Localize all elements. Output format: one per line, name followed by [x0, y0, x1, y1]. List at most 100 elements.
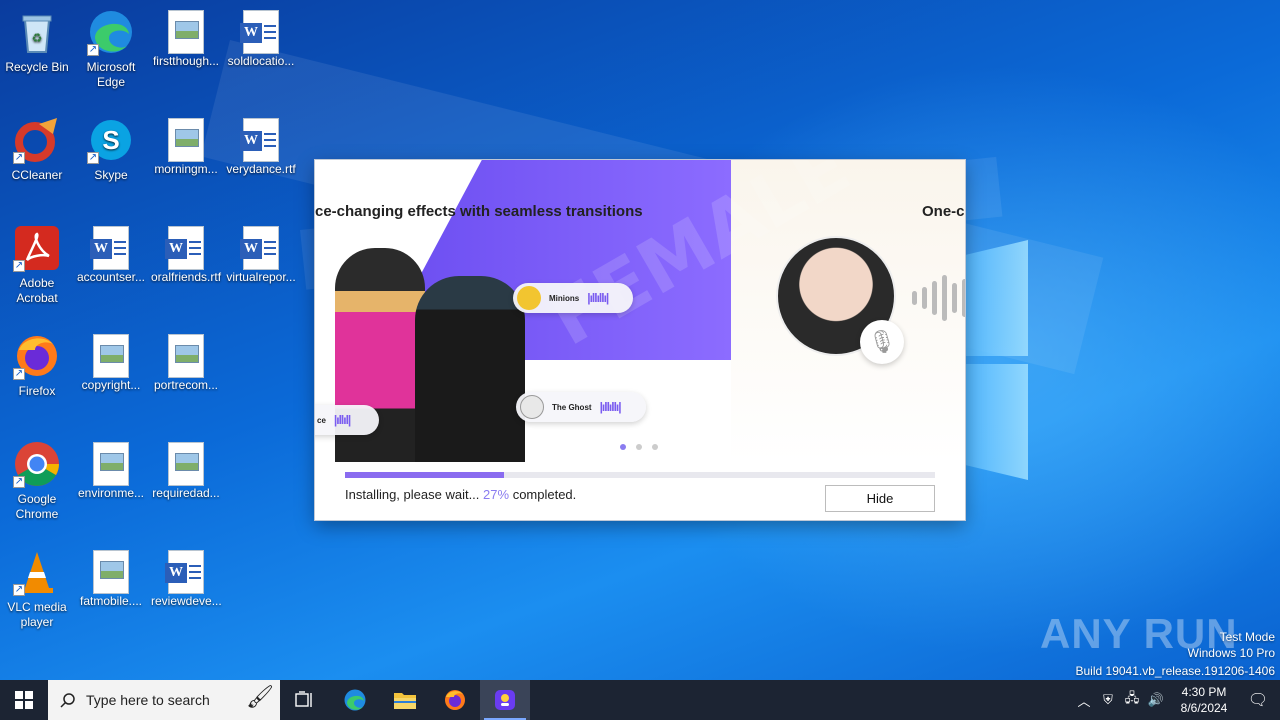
desktop-icon-google-chrome[interactable]: ↗ Google Chrome [0, 440, 74, 522]
desktop-icon-vlc[interactable]: ↗ VLC media player [0, 548, 74, 630]
desktop-icon-label: morningm... [154, 162, 218, 176]
install-progress-bar [345, 472, 935, 478]
shortcut-arrow-icon: ↗ [13, 476, 25, 488]
audio-level-bars [912, 275, 965, 321]
taskbar: Type here to search 🖌 ︿ ⛨ 🖧 🔊 4:30 PM 8/… [0, 680, 1280, 720]
taskbar-firefox[interactable] [430, 680, 480, 720]
installer-window: FEMALE ce-changing effects with seamless… [315, 160, 965, 520]
edge-icon [344, 689, 366, 711]
shortcut-arrow-icon: ↗ [13, 584, 25, 596]
desktop-icon-copyright[interactable]: copyright... [74, 332, 148, 393]
taskbar-installer-app[interactable] [480, 680, 530, 720]
task-view-button[interactable] [280, 680, 330, 720]
image-file-icon [168, 442, 204, 486]
slide-dot[interactable] [652, 444, 658, 450]
desktop-icon-label: verydance.rtf [226, 162, 296, 176]
desktop-icon-verydance[interactable]: W verydance.rtf [224, 116, 298, 177]
vlc-cone-icon: ↗ [13, 548, 61, 596]
image-file-icon [168, 334, 204, 378]
hide-button[interactable]: Hide [825, 485, 935, 512]
voice-pill-partial: ce |ıllıl| [315, 405, 379, 435]
start-button[interactable] [0, 680, 48, 720]
slide-indicator [620, 444, 658, 450]
volume-icon[interactable]: 🔊 [1144, 692, 1168, 708]
windows-logo-graphic [960, 240, 1030, 480]
desktop-icon-label: Microsoft Edge [86, 60, 136, 89]
taskbar-clock[interactable]: 4:30 PM 8/6/2024 [1172, 684, 1236, 716]
desktop-icon-label: Google Chrome [15, 492, 59, 521]
desktop-icon-fatmobile[interactable]: fatmobile.... [74, 548, 148, 609]
slide-dot[interactable] [620, 444, 626, 450]
folder-icon [394, 693, 416, 709]
show-hidden-icons-chevron-icon[interactable]: ︿ [1072, 691, 1096, 710]
desktop-icon-label: copyright... [81, 378, 141, 392]
recycle-bin-icon: ♻ [13, 8, 61, 56]
desktop-icon-label: firstthough... [152, 54, 220, 68]
action-center-icon[interactable]: 🗨 [1236, 690, 1280, 710]
desktop-icon-label: Adobe Acrobat [16, 276, 58, 305]
sound-wave-icon: |ıllıl| [333, 413, 351, 427]
desktop-icon-requiredad[interactable]: requiredad... [149, 440, 223, 501]
desktop-icon-label: VLC media player [7, 600, 67, 629]
desktop-icon-adobe-acrobat[interactable]: ↗ Adobe Acrobat [0, 224, 74, 306]
google-chrome-icon: ↗ [13, 440, 61, 488]
status-suffix: completed. [512, 487, 577, 502]
desktop-icon-skype[interactable]: S ↗ Skype [74, 116, 148, 183]
install-progress-fill [345, 472, 505, 478]
sound-wave-icon: |ıllıllı| [587, 291, 609, 305]
desktop-icon-accountser[interactable]: W accountser... [74, 224, 148, 285]
promo-slide-title-next: One-c [922, 203, 965, 220]
task-view-icon [295, 691, 312, 707]
slide-dot[interactable] [636, 444, 642, 450]
desktop-icon-virtualrepor[interactable]: W virtualrepor... [224, 224, 298, 285]
status-prefix: Installing, please wait... [345, 487, 480, 502]
word-document-icon: W [165, 226, 204, 270]
desktop-icon-microsoft-edge[interactable]: ↗ Microsoft Edge [74, 8, 148, 90]
image-file-icon [168, 10, 204, 54]
desktop-icon-label: CCleaner [11, 168, 63, 182]
windows-start-icon [15, 691, 33, 709]
system-tray: ︿ ⛨ 🖧 🔊 4:30 PM 8/6/2024 🗨 [1072, 680, 1280, 720]
desktop-icon-label: environme... [77, 486, 145, 500]
shortcut-arrow-icon: ↗ [13, 152, 25, 164]
desktop-icon-label: reviewdeve... [151, 594, 222, 608]
desktop-icon-label: Firefox [18, 384, 56, 398]
image-file-icon [93, 442, 129, 486]
svg-text:♻: ♻ [32, 31, 43, 45]
search-icon [60, 693, 75, 708]
image-file-icon [93, 550, 129, 594]
desktop-icon-label: portrecom... [153, 378, 219, 392]
voice-changer-app-icon [495, 690, 515, 710]
network-icon[interactable]: 🖧 [1120, 689, 1144, 711]
desktop-icon-label: soldlocatio... [227, 54, 295, 68]
word-document-icon: W [240, 226, 279, 270]
taskbar-edge[interactable] [330, 680, 380, 720]
shortcut-arrow-icon: ↗ [13, 260, 25, 272]
desktop-icon-firefox[interactable]: ↗ Firefox [0, 332, 74, 399]
desktop-icon-ccleaner[interactable]: ↗ CCleaner [0, 116, 74, 183]
taskbar-file-explorer[interactable] [380, 680, 430, 720]
promo-slide-title: ce-changing effects with seamless transi… [315, 203, 643, 220]
promo-slideshow: FEMALE ce-changing effects with seamless… [315, 160, 965, 462]
taskbar-search-box[interactable]: Type here to search 🖌 [48, 680, 280, 720]
adobe-acrobat-icon: ↗ [13, 224, 61, 272]
voice-pill-label: ce [317, 415, 326, 425]
voice-pill-label: The Ghost [552, 402, 592, 412]
voice-pill-ghost: The Ghost |ıllıllı| [516, 392, 646, 422]
defender-icon[interactable]: ⛨ [1096, 692, 1120, 708]
watermark-edition: Windows 10 Pro [1187, 646, 1275, 660]
desktop-icon-firstthough[interactable]: firstthough... [149, 8, 223, 69]
desktop-icon-portrecom[interactable]: portrecom... [149, 332, 223, 393]
desktop-icon-reviewdeve[interactable]: W reviewdeve... [149, 548, 223, 609]
desktop-icon-environme[interactable]: environme... [74, 440, 148, 501]
desktop-icon-recycle-bin[interactable]: ♻ Recycle Bin [0, 8, 74, 75]
clock-date: 8/6/2024 [1180, 701, 1228, 715]
desktop-icon-oralfriends[interactable]: W oralfriends.rtf [149, 224, 223, 285]
image-file-icon [168, 118, 204, 162]
shortcut-arrow-icon: ↗ [87, 44, 99, 56]
watermark-test-mode: Test Mode [1219, 630, 1275, 644]
desktop-icon-morningm[interactable]: morningm... [149, 116, 223, 177]
desktop-icon-label: Recycle Bin [5, 60, 69, 74]
desktop-icon-soldlocatio[interactable]: W soldlocatio... [224, 8, 298, 69]
minion-avatar-icon [517, 286, 541, 310]
